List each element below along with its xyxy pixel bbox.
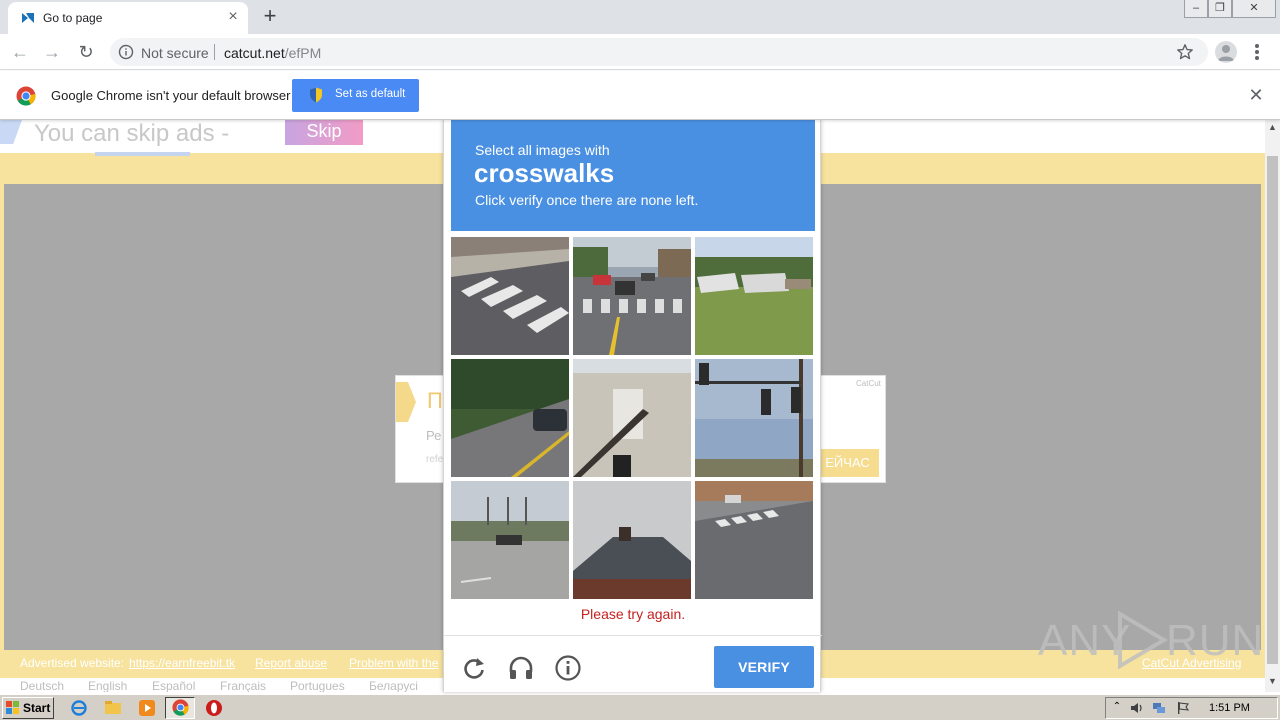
ad-title: П — [427, 388, 443, 413]
chrome-menu-icon[interactable] — [1251, 42, 1263, 62]
skip-arrow-icon — [0, 120, 22, 144]
reload-icon[interactable] — [460, 654, 488, 682]
skip-button[interactable]: Skip — [285, 120, 363, 145]
headphones-icon[interactable] — [507, 654, 535, 682]
footer-problem-link[interactable]: Problem with the — [349, 656, 438, 670]
captcha-target: crosswalks — [474, 158, 615, 188]
tab-close-icon[interactable]: × — [224, 8, 242, 26]
minimize-button[interactable]: ‒ — [1184, 0, 1208, 18]
verify-button[interactable]: VERIFY — [714, 646, 814, 688]
catcut-favicon-icon — [22, 13, 34, 23]
footer-report-abuse[interactable]: Report abuse — [255, 656, 327, 670]
ad-brand: CatCut — [856, 379, 881, 388]
scroll-up-icon[interactable]: ▲ — [1265, 122, 1280, 136]
close-window-button[interactable]: ✕ — [1232, 0, 1276, 18]
captcha-tile-1[interactable] — [451, 237, 569, 355]
media-player-icon[interactable] — [138, 699, 156, 717]
set-as-default-button[interactable]: Set as default — [292, 79, 419, 112]
page-scrollbar[interactable]: ▲ ▼ — [1265, 120, 1280, 692]
default-browser-infobar: Google Chrome isn't your default browser… — [0, 71, 1280, 120]
action-center-flag-icon[interactable] — [1176, 701, 1190, 715]
watermark-right-text: RUN — [1166, 616, 1265, 665]
play-logo-icon — [1118, 610, 1168, 670]
tab-go-to-page[interactable]: Go to page × — [8, 2, 248, 34]
captcha-tile-3[interactable] — [695, 237, 813, 355]
tray-expand-icon[interactable]: ⌃ — [1110, 701, 1124, 715]
infobar-message: Google Chrome isn't your default browser — [51, 88, 291, 103]
bookmark-star-icon[interactable] — [1176, 43, 1194, 61]
lang-deutsch[interactable]: Deutsch — [20, 679, 64, 692]
uac-shield-icon — [310, 87, 322, 103]
ad-cta-button[interactable]: ЕЙЧАС — [816, 449, 879, 477]
scroll-thumb[interactable] — [1267, 156, 1278, 664]
start-label: Start — [23, 701, 51, 715]
captcha-header: Select all images with crosswalks Click … — [451, 120, 815, 231]
explorer-icon[interactable] — [104, 699, 122, 717]
tab-strip: Go to page × + ‒ ❐ ✕ — [0, 0, 1280, 34]
skip-underline — [95, 152, 190, 156]
captcha-instruction: Select all images with — [475, 142, 610, 158]
captcha-error: Please try again. — [580, 606, 686, 622]
chrome-logo-icon — [16, 86, 36, 106]
ad-description: Ре — [426, 428, 442, 443]
lang-portugues[interactable]: Portugues — [290, 679, 345, 692]
new-tab-button[interactable]: + — [258, 5, 282, 29]
lang-francais[interactable]: Français — [220, 679, 266, 692]
recaptcha-challenge: Select all images with crosswalks Click … — [443, 120, 822, 692]
profile-avatar-icon[interactable] — [1215, 41, 1237, 63]
lang-english[interactable]: English — [88, 679, 127, 692]
url-text: catcut.net/efPM — [224, 45, 321, 61]
address-separator — [214, 44, 215, 60]
url-domain: catcut.net — [224, 45, 285, 61]
info-icon[interactable] — [554, 654, 582, 682]
captcha-tile-6[interactable] — [695, 359, 813, 477]
lang-espanol[interactable]: Español — [152, 679, 195, 692]
network-icon[interactable] — [1152, 701, 1166, 715]
captcha-hint: Click verify once there are none left. — [475, 192, 699, 208]
clock: 1:51 PM — [1209, 702, 1250, 714]
url-path: /efPM — [284, 45, 322, 61]
windows-logo-icon — [6, 701, 19, 714]
captcha-divider — [444, 635, 822, 636]
info-icon[interactable] — [118, 44, 134, 60]
scroll-down-icon[interactable]: ▼ — [1265, 676, 1280, 690]
security-status: Not secure — [141, 45, 209, 61]
captcha-tile-4[interactable] — [451, 359, 569, 477]
anyrun-watermark: ANY RUN — [1038, 608, 1263, 670]
volume-icon[interactable] — [1130, 701, 1144, 715]
captcha-image-grid — [451, 237, 815, 601]
footer-advertised-link[interactable]: https://earnfreebit.tk — [129, 656, 235, 670]
captcha-tile-9[interactable] — [695, 481, 813, 599]
set-as-default-label: Set as default — [335, 88, 406, 100]
system-tray: ⌃ 1:51 PM — [1105, 697, 1278, 719]
footer-advertised-label: Advertised website: — [20, 656, 125, 670]
taskbar-chrome-active[interactable] — [165, 697, 195, 719]
ie-icon[interactable] — [70, 699, 88, 717]
chrome-icon — [172, 699, 189, 716]
windows-taskbar: Start ⌃ 1:51 PM — [0, 694, 1280, 720]
tab-title: Go to page — [43, 11, 103, 25]
restore-button[interactable]: ❐ — [1208, 0, 1232, 18]
captcha-tile-8[interactable] — [573, 481, 691, 599]
forward-button[interactable]: → — [40, 40, 64, 64]
back-button[interactable]: ← — [8, 40, 32, 64]
address-bar[interactable]: Not secure catcut.net/efPM — [110, 38, 1208, 66]
opera-icon[interactable] — [205, 699, 223, 717]
captcha-tile-7[interactable] — [451, 481, 569, 599]
infobar-close-icon[interactable]: ✕ — [1246, 85, 1266, 105]
skip-ads-bar: You can skip ads - Skip — [0, 120, 380, 156]
skip-ads-text: You can skip ads - — [34, 120, 230, 147]
captcha-tile-5[interactable] — [573, 359, 691, 477]
start-button[interactable]: Start — [2, 697, 54, 719]
ad-marker-icon — [396, 382, 416, 422]
browser-toolbar: ← → ↻ Not secure catcut.net/efPM — [0, 34, 1280, 70]
reload-button[interactable]: ↻ — [74, 40, 98, 64]
captcha-tile-2[interactable] — [573, 237, 691, 355]
ad-link-text: refe — [426, 454, 444, 465]
lang-belarusian[interactable]: Беларусі — [369, 679, 418, 692]
